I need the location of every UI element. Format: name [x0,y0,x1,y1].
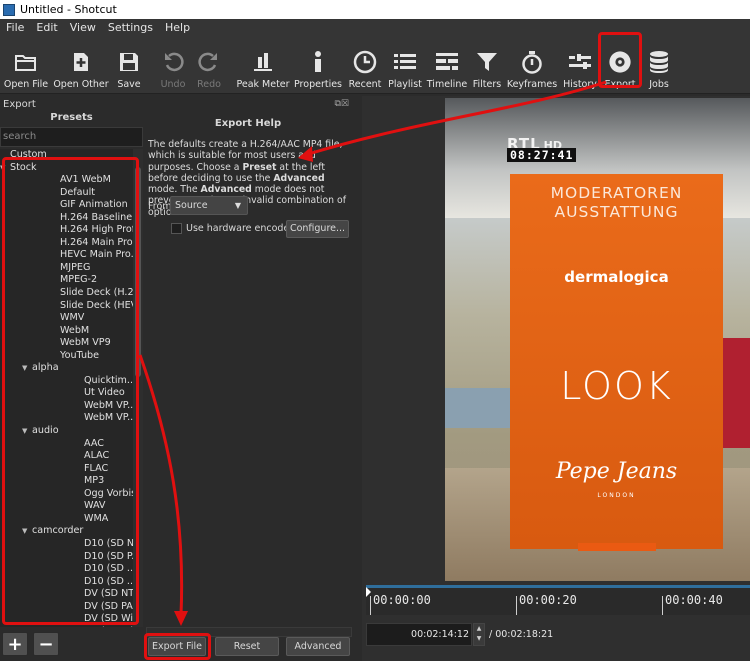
list-icon [393,49,417,75]
timecode-spinner[interactable]: ▲ ▼ [473,623,485,646]
export-dock-titlebar: Export ⧉☒ [0,96,352,112]
keyframes-button[interactable]: Keyframes [507,40,557,90]
help-text-segment: Advanced [200,184,252,196]
configure-button[interactable]: Configure... [286,220,349,238]
arrow-presets-to-export-file [138,354,184,616]
export-highlight-box [598,32,642,88]
undo-icon [161,49,185,75]
info-icon [306,49,330,75]
presets-search-input[interactable]: search [0,127,143,147]
timeline-icon [435,49,459,75]
help-text-segment: mode. The [148,184,201,196]
menu-view[interactable]: View [64,21,102,34]
banner-line-1: MODERATOREN [550,184,683,202]
advanced-button[interactable]: Advanced [286,637,350,656]
dermalogica-logo: dermalogica [564,268,669,286]
help-text-segment: Preset [242,161,277,173]
jobs-button[interactable]: Jobs [644,40,674,90]
from-label: From [148,201,172,212]
add-preset-button[interactable]: + [2,632,28,656]
funnel-icon [475,49,499,75]
recent-button[interactable]: Recent [347,40,383,90]
arrow-head [174,611,188,626]
shotcut-app-icon [3,3,15,16]
help-text-segment: Advanced [273,172,325,184]
remove-preset-button[interactable]: − [33,632,59,656]
pepe-jeans-sub: LONDON [597,492,636,499]
export-file-highlight-box [144,633,211,660]
hardware-encoder-label: Use hardware encoder [186,223,294,234]
presets-header: Presets [50,112,93,123]
video-preview[interactable]: RTL HD 08:27:41 MODERATOREN AUSSTATTUNG d… [445,98,750,581]
filters-button[interactable]: Filters [472,40,502,90]
channel-clock: 08:27:41 [507,148,577,162]
export-help-title: Export Help [214,118,282,129]
plus-icon: + [7,633,23,655]
ruler-label: 00:00:40 [665,593,723,607]
menu-settings[interactable]: Settings [102,21,159,34]
current-timecode-input[interactable]: 00:02:14:12 [366,623,472,646]
ruler-label: 00:00:20 [519,593,577,607]
redo-button[interactable]: Redo [194,40,224,90]
from-select[interactable]: Source ▼ [170,196,248,215]
menu-file[interactable]: File [0,21,30,34]
open-file-button[interactable]: Open File [4,40,48,90]
banner-line-2: AUSSTATTUNG [554,203,679,221]
presets-highlight-box [2,157,139,625]
chevron-down-icon: ▼ [234,201,241,210]
ruler-label: 00:00:00 [373,593,431,607]
database-icon [647,49,671,75]
folder-open-icon [14,49,38,75]
timeline-button[interactable]: Timeline [427,40,467,90]
dock-float-close-buttons[interactable]: ⧉☒ [335,99,350,109]
sponsor-banner: MODERATOREN AUSSTATTUNG dermalogica LOOK… [510,174,723,549]
peak-meter-button[interactable]: Peak Meter [236,40,290,90]
banner-bottom-bar [578,543,656,551]
undo-button[interactable]: Undo [158,40,188,90]
dock-title: Export [3,98,36,110]
from-select-value: Source [175,200,208,211]
playlist-button[interactable]: Playlist [388,40,422,90]
reset-button[interactable]: Reset [215,637,279,656]
save-button[interactable]: Save [114,40,144,90]
preset-tree-item[interactable]: DV (SD Wi... [0,626,143,627]
minus-icon: − [38,633,54,655]
save-icon [117,49,141,75]
timeline-ruler[interactable]: 00:00:00 00:00:20 00:00:40 [366,585,750,615]
title-bar: Untitled - Shotcut [0,0,750,19]
history-icon [568,49,592,75]
redo-icon [197,49,221,75]
look-logo: LOOK [560,364,673,408]
history-button[interactable]: History [563,40,597,90]
peak-meter-icon [251,49,275,75]
stopwatch-icon [520,49,544,75]
open-other-button[interactable]: Open Other [53,40,109,90]
open-other-icon [69,49,93,75]
duration-label: / 00:02:18:21 [489,629,554,640]
clock-icon [353,49,377,75]
window-title: Untitled - Shotcut [20,3,117,16]
menu-edit[interactable]: Edit [30,21,63,34]
properties-button[interactable]: Properties [294,40,342,90]
pepe-jeans-logo: Pepe Jeans [555,459,678,484]
menu-help[interactable]: Help [159,21,196,34]
studio-red-object [722,338,750,448]
hardware-encoder-checkbox[interactable] [171,223,182,234]
